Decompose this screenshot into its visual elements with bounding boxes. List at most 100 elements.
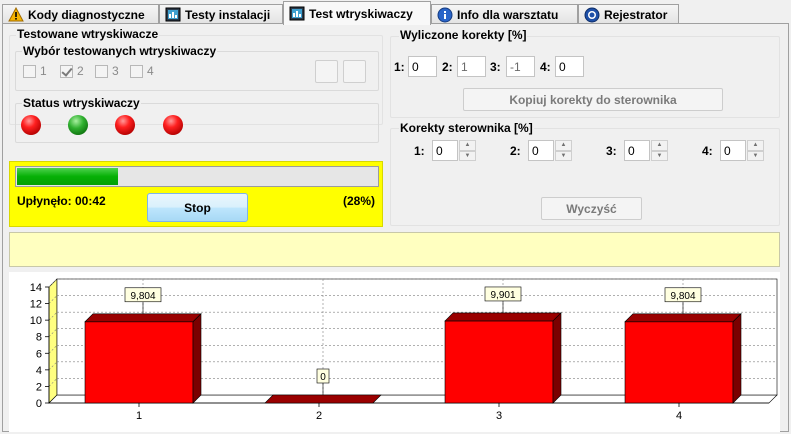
data-label: 9,804: [670, 291, 695, 302]
progress-percent-label: (28%): [342, 194, 375, 208]
y-tick-label: 2: [36, 381, 42, 393]
calc-field-2[interactable]: 1: [457, 56, 486, 77]
calc-label-3: 3:: [490, 60, 501, 74]
chart-svg: 0 2 4 6 8 10 12 14 1 9,804 2 0 3 9,901 4 9,804: [30, 278, 778, 422]
tab-label: Test wtryskiwaczy: [309, 6, 413, 21]
checkbox-box[interactable]: [60, 64, 73, 78]
spin-down-icon[interactable]: ▼: [651, 150, 668, 161]
spin-down-icon[interactable]: ▼: [459, 150, 476, 161]
bar-front: [624, 321, 734, 404]
tab-info-dla-warsztatu[interactable]: Info dla warsztatu: [431, 4, 578, 24]
recorder-icon: [584, 7, 600, 23]
spin-up-icon[interactable]: ▲: [651, 140, 668, 151]
tab-testy-instalacji[interactable]: Testy instalacji: [159, 4, 283, 24]
tab-rejestrator[interactable]: Rejestrator: [578, 4, 679, 24]
bar-side: [192, 313, 202, 404]
bar-top: [84, 313, 202, 323]
warning-icon: [8, 6, 24, 23]
y-tick-label: 14: [30, 282, 42, 294]
clear-button[interactable]: Wyczyść: [541, 197, 642, 220]
bar-top: [264, 394, 382, 404]
test-progress-box: Upłynęło: 00:42 Stop (28%): [9, 161, 383, 227]
calc-label-1: 1:: [394, 60, 405, 74]
spin-up-icon[interactable]: ▲: [459, 140, 476, 151]
y-tick-label: 4: [36, 365, 42, 377]
calc-field-4[interactable]: 0: [555, 56, 584, 77]
spinner-value[interactable]: 0: [720, 140, 746, 161]
ctrl-spinner-1[interactable]: 0 ▲ ▼: [432, 140, 476, 161]
x-tick-label: 1: [136, 410, 142, 422]
x-tick-label: 4: [676, 410, 682, 422]
calc-field-1[interactable]: 0: [408, 56, 437, 77]
injector-status-led-4: [163, 115, 183, 135]
injector-checkbox-2[interactable]: 2: [60, 64, 84, 78]
y-tick-label: 12: [30, 299, 42, 311]
checkbox-box[interactable]: [95, 64, 108, 78]
y-tick-label: 0: [36, 398, 42, 410]
injector-checkbox-4[interactable]: 4: [130, 64, 154, 78]
tab-label: Testy instalacji: [185, 7, 271, 22]
checkbox-label: 1: [40, 64, 47, 78]
stop-button[interactable]: Stop: [147, 193, 248, 222]
checkbox-box[interactable]: [23, 64, 36, 78]
spinner-value[interactable]: 0: [432, 140, 458, 161]
tab-bar: Kody diagnostyczne Testy instalacji Test…: [0, 0, 791, 25]
info-icon: [437, 7, 453, 23]
monitor-icon: [165, 7, 181, 23]
bar-front: [84, 321, 194, 404]
tab-test-wtryskiwaczy[interactable]: Test wtryskiwaczy: [283, 1, 431, 25]
checkbox-box[interactable]: [130, 64, 143, 78]
chart-left-wall: [48, 278, 58, 404]
injection-chart: 0 2 4 6 8 10 12 14 1 9,804 2 0 3 9,901 4 9,804: [9, 272, 780, 432]
ctrl-spinner-3[interactable]: 0 ▲ ▼: [624, 140, 668, 161]
calculated-corrections-title: Wyliczone korekty [%]: [399, 28, 528, 42]
injector-status-led-1: [21, 115, 41, 135]
checkbox-label: 4: [147, 64, 154, 78]
tested-injectors-title: Testowane wtryskiwacze: [16, 27, 160, 41]
progress-fill: [17, 168, 118, 185]
controller-corrections-title: Korekty sterownika [%]: [399, 121, 534, 135]
ctrl-label-3: 3:: [606, 144, 617, 158]
calc-label-2: 2:: [442, 60, 453, 74]
y-tick-label: 6: [36, 348, 42, 360]
calc-field-3[interactable]: -1: [506, 56, 535, 77]
y-tick-label: 10: [30, 315, 42, 327]
tab-label: Rejestrator: [604, 7, 668, 22]
bar-side: [552, 312, 562, 404]
injector-status-led-3: [115, 115, 135, 135]
injector-status-led-2: [68, 115, 88, 135]
spinner-value[interactable]: 0: [528, 140, 554, 161]
data-label: 0: [320, 372, 326, 383]
spin-down-icon[interactable]: ▼: [747, 150, 764, 161]
checkbox-label: 3: [112, 64, 119, 78]
x-tick-label: 2: [316, 410, 322, 422]
injector-checkbox-3[interactable]: 3: [95, 64, 119, 78]
injector-status-title: Status wtryskiwaczy: [22, 96, 141, 110]
ctrl-label-4: 4:: [702, 144, 713, 158]
y-tick-label: 8: [36, 332, 42, 344]
ctrl-spinner-4[interactable]: 0 ▲ ▼: [720, 140, 764, 161]
message-bar: [9, 232, 780, 267]
bar-side: [732, 313, 742, 404]
select-none-button[interactable]: [343, 60, 366, 83]
monitor-icon: [289, 6, 305, 22]
tab-label: Kody diagnostyczne: [28, 7, 145, 22]
select-all-button[interactable]: [315, 60, 338, 83]
bar-top: [624, 313, 742, 323]
tab-kody-diagnostyczne[interactable]: Kody diagnostyczne: [2, 4, 159, 24]
spin-down-icon[interactable]: ▼: [555, 150, 572, 161]
injector-selection-title: Wybór testowanych wtryskiwaczy: [22, 44, 218, 58]
spin-up-icon[interactable]: ▲: [555, 140, 572, 151]
ctrl-label-1: 1:: [414, 144, 425, 158]
ctrl-spinner-2[interactable]: 0 ▲ ▼: [528, 140, 572, 161]
injector-checkbox-1[interactable]: 1: [23, 64, 47, 78]
checkbox-label: 2: [77, 64, 84, 78]
spinner-value[interactable]: 0: [624, 140, 650, 161]
spin-up-icon[interactable]: ▲: [747, 140, 764, 151]
copy-corrections-button[interactable]: Kopiuj korekty do sterownika: [463, 88, 723, 111]
test-progress-bar: [15, 166, 379, 187]
bar-top: [444, 312, 562, 322]
x-tick-label: 3: [496, 410, 502, 422]
elapsed-time-label: Upłynęło: 00:42: [17, 194, 106, 208]
data-label: 9,901: [490, 290, 515, 301]
